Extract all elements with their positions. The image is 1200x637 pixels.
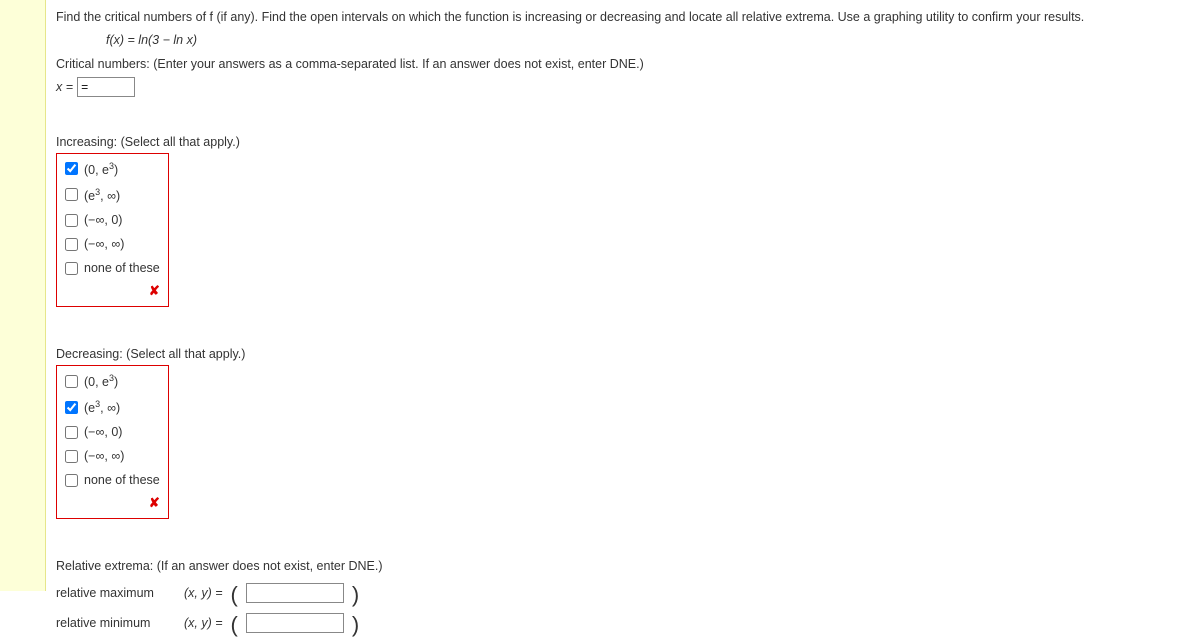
critical-input-row: x = — [56, 77, 1190, 97]
dec-check-4[interactable] — [65, 474, 78, 487]
dec-option-1: (e3, ∞) — [57, 394, 168, 420]
inc-label-4: none of these — [84, 261, 160, 275]
dec-check-3[interactable] — [65, 450, 78, 463]
inc-check-2[interactable] — [65, 214, 78, 227]
increasing-group: (0, e3) (e3, ∞) (−∞, 0) (−∞, ∞) none of … — [56, 153, 169, 307]
inc-label-0: (0, e3) — [84, 161, 118, 177]
dec-option-4: none of these — [57, 468, 168, 492]
xy-eq: (x, y) = — [184, 616, 223, 630]
inc-feedback: ✘ — [57, 280, 168, 304]
dec-check-2[interactable] — [65, 426, 78, 439]
inc-option-1: (e3, ∞) — [57, 182, 168, 208]
inc-option-0: (0, e3) — [57, 156, 168, 182]
inc-check-0[interactable] — [65, 162, 78, 175]
decreasing-label: Decreasing: (Select all that apply.) — [56, 347, 1190, 361]
dec-option-2: (−∞, 0) — [57, 420, 168, 444]
inc-label-3: (−∞, ∞) — [84, 237, 124, 251]
dec-label-4: none of these — [84, 473, 160, 487]
inc-check-4[interactable] — [65, 262, 78, 275]
inc-option-4: none of these — [57, 256, 168, 280]
xy-eq: (x, y) = — [184, 586, 223, 600]
dec-feedback: ✘ — [57, 492, 168, 516]
increasing-label: Increasing: (Select all that apply.) — [56, 135, 1190, 149]
inc-label-1: (e3, ∞) — [84, 187, 120, 203]
relative-max-input[interactable] — [246, 583, 344, 603]
dec-label-0: (0, e3) — [84, 373, 118, 389]
dec-option-3: (−∞, ∞) — [57, 444, 168, 468]
relative-min-row: relative minimum (x, y) = ( ) — [56, 613, 1190, 633]
dec-label-1: (e3, ∞) — [84, 399, 120, 415]
inc-option-3: (−∞, ∞) — [57, 232, 168, 256]
relative-max-label: relative maximum — [56, 586, 176, 600]
x-mark-icon: ✘ — [149, 495, 160, 510]
relative-min-label: relative minimum — [56, 616, 176, 630]
extrema-label: Relative extrema: (If an answer does not… — [56, 559, 1190, 573]
decreasing-group: (0, e3) (e3, ∞) (−∞, 0) (−∞, ∞) none of … — [56, 365, 169, 519]
dec-option-0: (0, e3) — [57, 368, 168, 394]
left-margin-strip — [0, 0, 46, 591]
question-text: Find the critical numbers of f (if any).… — [56, 8, 1190, 27]
inc-label-2: (−∞, 0) — [84, 213, 122, 227]
x-mark-icon: ✘ — [149, 283, 160, 298]
critical-input[interactable] — [77, 77, 135, 97]
inc-check-3[interactable] — [65, 238, 78, 251]
relative-min-input[interactable] — [246, 613, 344, 633]
question-content: Find the critical numbers of f (if any).… — [46, 0, 1200, 591]
relative-max-row: relative maximum (x, y) = ( ) — [56, 583, 1190, 603]
dec-check-0[interactable] — [65, 375, 78, 388]
critical-label: Critical numbers: (Enter your answers as… — [56, 57, 1190, 71]
function-definition: f(x) = ln(3 − ln x) — [106, 33, 1190, 47]
dec-check-1[interactable] — [65, 401, 78, 414]
dec-label-3: (−∞, ∞) — [84, 449, 124, 463]
inc-option-2: (−∞, 0) — [57, 208, 168, 232]
x-equals: x = — [56, 80, 73, 94]
fx-expr: f(x) = ln(3 − ln x) — [106, 33, 197, 47]
dec-label-2: (−∞, 0) — [84, 425, 122, 439]
inc-check-1[interactable] — [65, 188, 78, 201]
